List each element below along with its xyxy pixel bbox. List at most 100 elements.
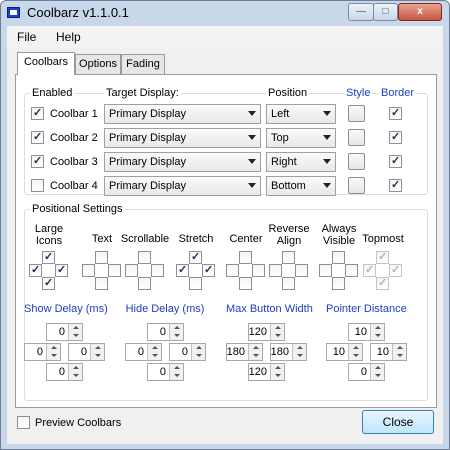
right-position-checkbox[interactable]: [108, 264, 121, 277]
menu-help[interactable]: Help: [56, 30, 81, 44]
spin-down-icon[interactable]: [68, 372, 82, 380]
right-position-checkbox[interactable]: [202, 263, 215, 277]
style-button[interactable]: [348, 177, 365, 194]
spin-up-icon[interactable]: [169, 324, 183, 332]
spin-down-icon[interactable]: [370, 332, 384, 340]
spin-up-icon[interactable]: [46, 344, 60, 352]
bottom-spinner[interactable]: 0: [147, 363, 184, 381]
spin-down-icon[interactable]: [392, 352, 406, 360]
right-spinner[interactable]: 0: [169, 343, 206, 361]
spin-down-icon[interactable]: [248, 352, 262, 360]
right-position-checkbox[interactable]: [252, 264, 265, 277]
coolbar-enabled-checkbox[interactable]: [31, 154, 44, 168]
spin-down-icon[interactable]: [169, 332, 183, 340]
left-position-checkbox[interactable]: [125, 264, 138, 277]
top-position-checkbox[interactable]: [138, 251, 151, 264]
top-spinner[interactable]: 0: [147, 323, 184, 341]
left-spinner[interactable]: 0: [24, 343, 61, 361]
spin-down-icon[interactable]: [68, 332, 82, 340]
tab-coolbars[interactable]: Coolbars: [17, 52, 75, 75]
position-select[interactable]: Bottom: [266, 176, 336, 196]
style-button[interactable]: [348, 129, 365, 146]
spin-down-icon[interactable]: [191, 352, 205, 360]
target-display-select[interactable]: Primary Display: [104, 176, 261, 196]
bottom-spinner[interactable]: 0: [46, 363, 83, 381]
spin-up-icon[interactable]: [292, 344, 306, 352]
top-position-checkbox[interactable]: [42, 250, 55, 264]
border-checkbox[interactable]: [389, 130, 402, 144]
right-position-checkbox[interactable]: [55, 263, 68, 277]
bottom-position-checkbox[interactable]: [42, 276, 55, 290]
left-position-checkbox[interactable]: [82, 264, 95, 277]
spin-up-icon[interactable]: [270, 324, 284, 332]
left-position-checkbox[interactable]: [29, 263, 42, 277]
right-spinner[interactable]: 10: [370, 343, 407, 361]
tab-fading[interactable]: Fading: [121, 54, 165, 74]
left-spinner[interactable]: 10: [326, 343, 363, 361]
minimize-button[interactable]: —: [348, 3, 374, 21]
border-checkbox[interactable]: [389, 178, 402, 192]
right-position-checkbox[interactable]: [151, 264, 164, 277]
bottom-spinner[interactable]: 120: [248, 363, 285, 381]
spin-up-icon[interactable]: [68, 364, 82, 372]
coolbar-enabled-checkbox[interactable]: [31, 106, 44, 120]
close-window-button[interactable]: x: [398, 3, 442, 21]
top-position-checkbox[interactable]: [332, 251, 345, 264]
spin-down-icon[interactable]: [147, 352, 161, 360]
top-spinner[interactable]: 120: [248, 323, 285, 341]
right-position-checkbox[interactable]: [295, 264, 308, 277]
spin-down-icon[interactable]: [270, 332, 284, 340]
spin-up-icon[interactable]: [370, 364, 384, 372]
preview-coolbars-checkbox[interactable]: [17, 416, 30, 429]
spin-up-icon[interactable]: [68, 324, 82, 332]
coolbar-enabled-checkbox[interactable]: [31, 130, 44, 144]
coolbar-enabled-checkbox[interactable]: [31, 179, 44, 192]
right-spinner[interactable]: 0: [68, 343, 105, 361]
target-display-select[interactable]: Primary Display: [104, 128, 261, 148]
bottom-position-checkbox[interactable]: [138, 277, 151, 290]
left-position-checkbox[interactable]: [176, 263, 189, 277]
spin-up-icon[interactable]: [392, 344, 406, 352]
spin-down-icon[interactable]: [270, 372, 284, 380]
title-bar[interactable]: Coolbarz v1.1.0.1 — □ x: [1, 1, 449, 25]
position-select[interactable]: Top: [266, 128, 336, 148]
style-button[interactable]: [348, 153, 365, 170]
left-spinner[interactable]: 0: [125, 343, 162, 361]
spin-up-icon[interactable]: [348, 344, 362, 352]
top-spinner[interactable]: 0: [46, 323, 83, 341]
spin-up-icon[interactable]: [270, 364, 284, 372]
target-display-select[interactable]: Primary Display: [104, 104, 261, 124]
top-position-checkbox[interactable]: [282, 251, 295, 264]
top-spinner[interactable]: 10: [348, 323, 385, 341]
spin-down-icon[interactable]: [169, 372, 183, 380]
spin-down-icon[interactable]: [292, 352, 306, 360]
right-spinner[interactable]: 180: [270, 343, 307, 361]
spin-up-icon[interactable]: [248, 344, 262, 352]
tab-options[interactable]: Options: [75, 54, 121, 74]
left-spinner[interactable]: 180: [226, 343, 263, 361]
target-display-select[interactable]: Primary Display: [104, 152, 261, 172]
bottom-position-checkbox[interactable]: [332, 277, 345, 290]
menu-file[interactable]: File: [17, 30, 36, 44]
top-position-checkbox[interactable]: [189, 250, 202, 264]
bottom-position-checkbox[interactable]: [239, 277, 252, 290]
border-checkbox[interactable]: [389, 106, 402, 120]
maximize-button[interactable]: □: [373, 3, 398, 21]
spin-down-icon[interactable]: [90, 352, 104, 360]
spin-up-icon[interactable]: [90, 344, 104, 352]
bottom-spinner[interactable]: 0: [348, 363, 385, 381]
close-button[interactable]: Close: [362, 410, 434, 434]
bottom-position-checkbox[interactable]: [282, 277, 295, 290]
bottom-position-checkbox[interactable]: [95, 277, 108, 290]
spin-down-icon[interactable]: [348, 352, 362, 360]
position-select[interactable]: Left: [266, 104, 336, 124]
border-checkbox[interactable]: [389, 154, 402, 168]
left-position-checkbox[interactable]: [226, 264, 239, 277]
bottom-position-checkbox[interactable]: [189, 277, 202, 290]
left-position-checkbox[interactable]: [269, 264, 282, 277]
top-position-checkbox[interactable]: [239, 251, 252, 264]
spin-down-icon[interactable]: [370, 372, 384, 380]
position-select[interactable]: Right: [266, 152, 336, 172]
style-button[interactable]: [348, 105, 365, 122]
left-position-checkbox[interactable]: [319, 264, 332, 277]
